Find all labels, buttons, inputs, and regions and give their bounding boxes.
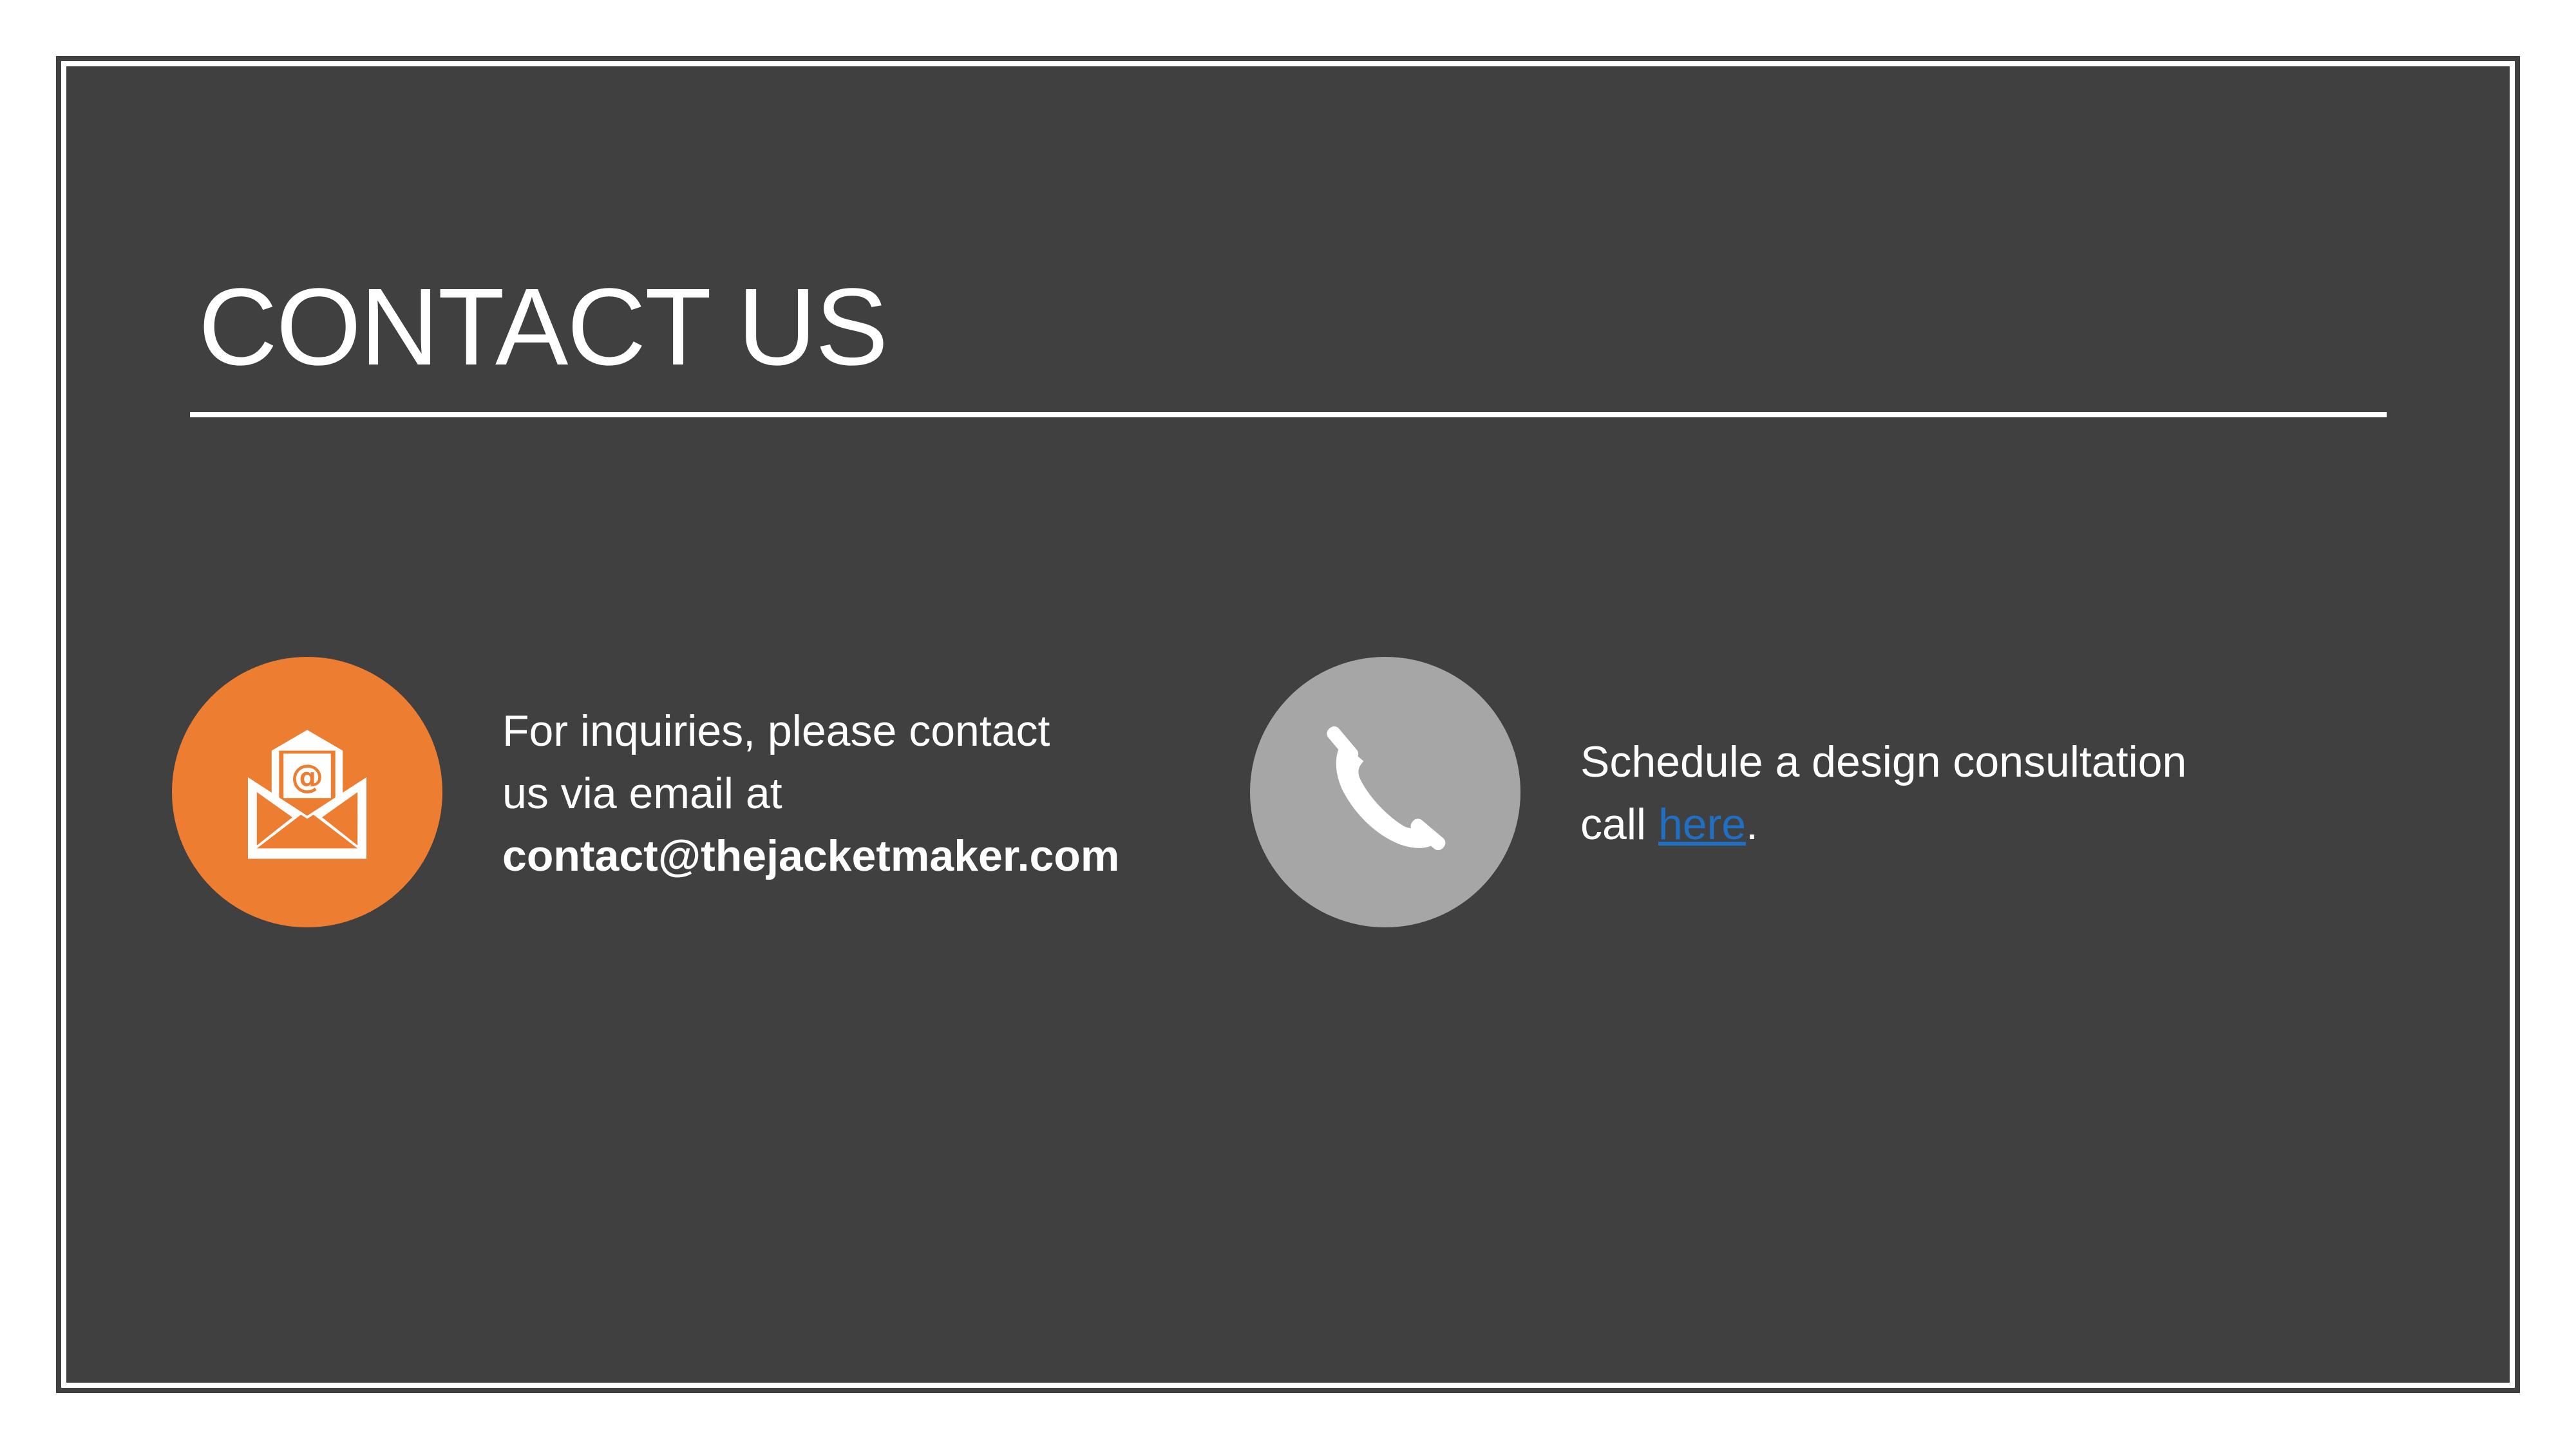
email-circle: @ <box>172 657 442 927</box>
email-info: For inquiries, please contact us via ema… <box>502 700 1211 887</box>
page-title: CONTACT US <box>198 266 888 388</box>
phone-icon <box>1327 726 1446 851</box>
consultation-suffix: . <box>1746 800 1758 849</box>
email-address[interactable]: contact@thejacketmaker.com <box>502 825 1211 887</box>
phone-circle <box>1250 657 1520 927</box>
email-info-line1: For inquiries, please contact <box>502 706 1050 755</box>
consultation-info: Schedule a design consultation call here… <box>1580 731 2321 856</box>
consultation-line2: call here. <box>1580 793 2321 856</box>
email-info-line2: us via email at <box>502 769 782 818</box>
envelope-at-icon: @ <box>248 730 366 859</box>
title-divider <box>190 412 2387 417</box>
consultation-line1: Schedule a design consultation <box>1580 737 2187 786</box>
svg-text:@: @ <box>291 757 324 795</box>
consultation-prefix: call <box>1580 800 1658 849</box>
schedule-call-link[interactable]: here <box>1658 800 1746 849</box>
